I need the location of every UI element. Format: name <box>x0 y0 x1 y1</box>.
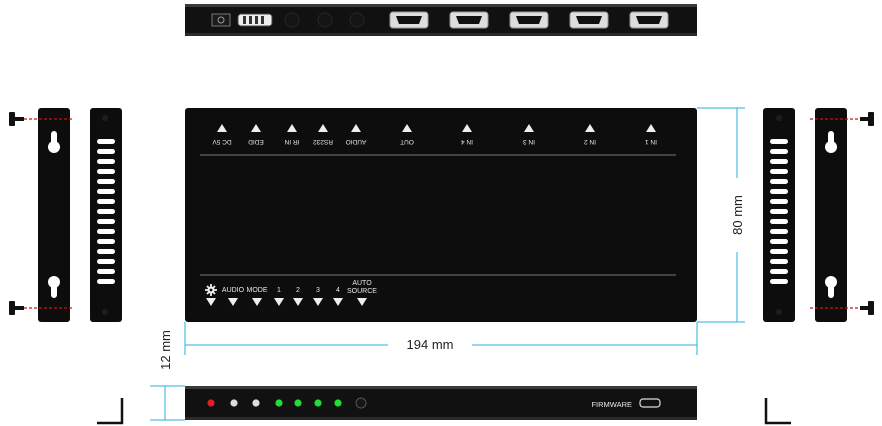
vent-slot-icon <box>97 199 115 204</box>
vent-slot-icon <box>97 179 115 184</box>
vent-slot-icon <box>97 209 115 214</box>
port-label: AUDIO <box>346 138 367 145</box>
port-label: RS232 <box>313 138 333 145</box>
rs232-jack-icon <box>317 12 333 28</box>
vent-slot-icon <box>97 259 115 264</box>
vent-slot-icon <box>97 239 115 244</box>
vent-slot-icon <box>770 249 788 254</box>
led-indicator <box>252 399 260 407</box>
port-label: EDID <box>248 138 264 145</box>
vent-slot-icon <box>770 139 788 144</box>
vent-slot-icon <box>770 259 788 264</box>
right-side-panel <box>763 108 795 322</box>
right-mount-bracket <box>810 108 874 322</box>
usb-port-icon <box>639 398 661 408</box>
main-top-view: DC 5V EDID IR IN RS232 AUDIO OUT IN 4 IN 3 IN 2 I… <box>185 108 697 322</box>
ir-jack-icon <box>284 12 300 28</box>
led-indicator <box>314 399 322 407</box>
port-label: IN 3 <box>523 138 535 145</box>
vent-slot-icon <box>770 279 788 284</box>
hdmi-port-out-icon <box>389 11 429 29</box>
port-label: IN 1 <box>645 138 657 145</box>
auto-label: AUTO <box>352 280 372 287</box>
hdmi-port-in3-icon <box>509 11 549 29</box>
vent-slot-icon <box>770 209 788 214</box>
button-label: MODE <box>247 287 268 294</box>
vent-slot-icon <box>97 279 115 284</box>
button-label: 3 <box>316 287 320 294</box>
vent-slot-icon <box>770 149 788 154</box>
vent-slot-icon <box>97 219 115 224</box>
corner-mark-icon <box>97 398 124 425</box>
vent-slot-icon <box>97 269 115 274</box>
product-diagram: DC 5V EDID IR IN RS232 AUDIO OUT IN 4 IN 3 IN 2 I… <box>9 4 874 425</box>
left-mount-bracket <box>9 108 74 322</box>
terminal-block-icon <box>237 13 273 27</box>
button-label: 1 <box>277 287 281 294</box>
led-indicator <box>230 399 238 407</box>
firmware-button-icon <box>355 397 367 409</box>
vent-slot-icon <box>770 159 788 164</box>
vent-slot-icon <box>770 219 788 224</box>
vent-slot-icon <box>770 229 788 234</box>
vent-slot-icon <box>97 189 115 194</box>
width-dimension-label: 194 mm <box>407 337 454 352</box>
button-label: 2 <box>296 287 300 294</box>
front-panel: FIRMWARE <box>185 386 697 420</box>
vent-slot-icon <box>770 199 788 204</box>
port-label: DC 5V <box>212 138 232 145</box>
vent-slot-icon <box>770 239 788 244</box>
vent-slot-icon <box>97 159 115 164</box>
led-indicator <box>207 399 215 407</box>
port-label: IN 2 <box>584 138 596 145</box>
button-label: AUDIO <box>222 287 245 294</box>
vent-slot-icon <box>97 169 115 174</box>
depth-dimension-label: 12 mm <box>158 330 173 370</box>
port-label: IR IN <box>284 138 299 145</box>
dc-jack-icon <box>211 13 231 27</box>
vent-slot-icon <box>97 139 115 144</box>
source-label: SOURCE <box>347 288 377 295</box>
vent-slot-icon <box>97 229 115 234</box>
led-indicator <box>334 399 342 407</box>
hdmi-port-in4-icon <box>449 11 489 29</box>
port-label: OUT <box>400 138 414 145</box>
audio-jack-icon <box>349 12 365 28</box>
hdmi-port-in2-icon <box>569 11 609 29</box>
firmware-label: FIRMWARE <box>591 400 632 409</box>
left-side-panel <box>90 108 122 322</box>
led-indicator <box>294 399 302 407</box>
rear-panel <box>185 4 697 36</box>
vent-slot-icon <box>770 189 788 194</box>
vent-slot-icon <box>770 269 788 274</box>
corner-mark-icon <box>764 398 791 425</box>
depth-dimension <box>150 385 185 421</box>
port-label: IN 4 <box>461 138 473 145</box>
button-label: 4 <box>336 287 340 294</box>
vent-slot-icon <box>97 249 115 254</box>
vent-slot-icon <box>770 179 788 184</box>
led-indicator <box>275 399 283 407</box>
vent-slot-icon <box>770 169 788 174</box>
vent-slot-icon <box>97 149 115 154</box>
height-dimension-label: 80 mm <box>730 195 745 235</box>
hdmi-port-in1-icon <box>629 11 669 29</box>
